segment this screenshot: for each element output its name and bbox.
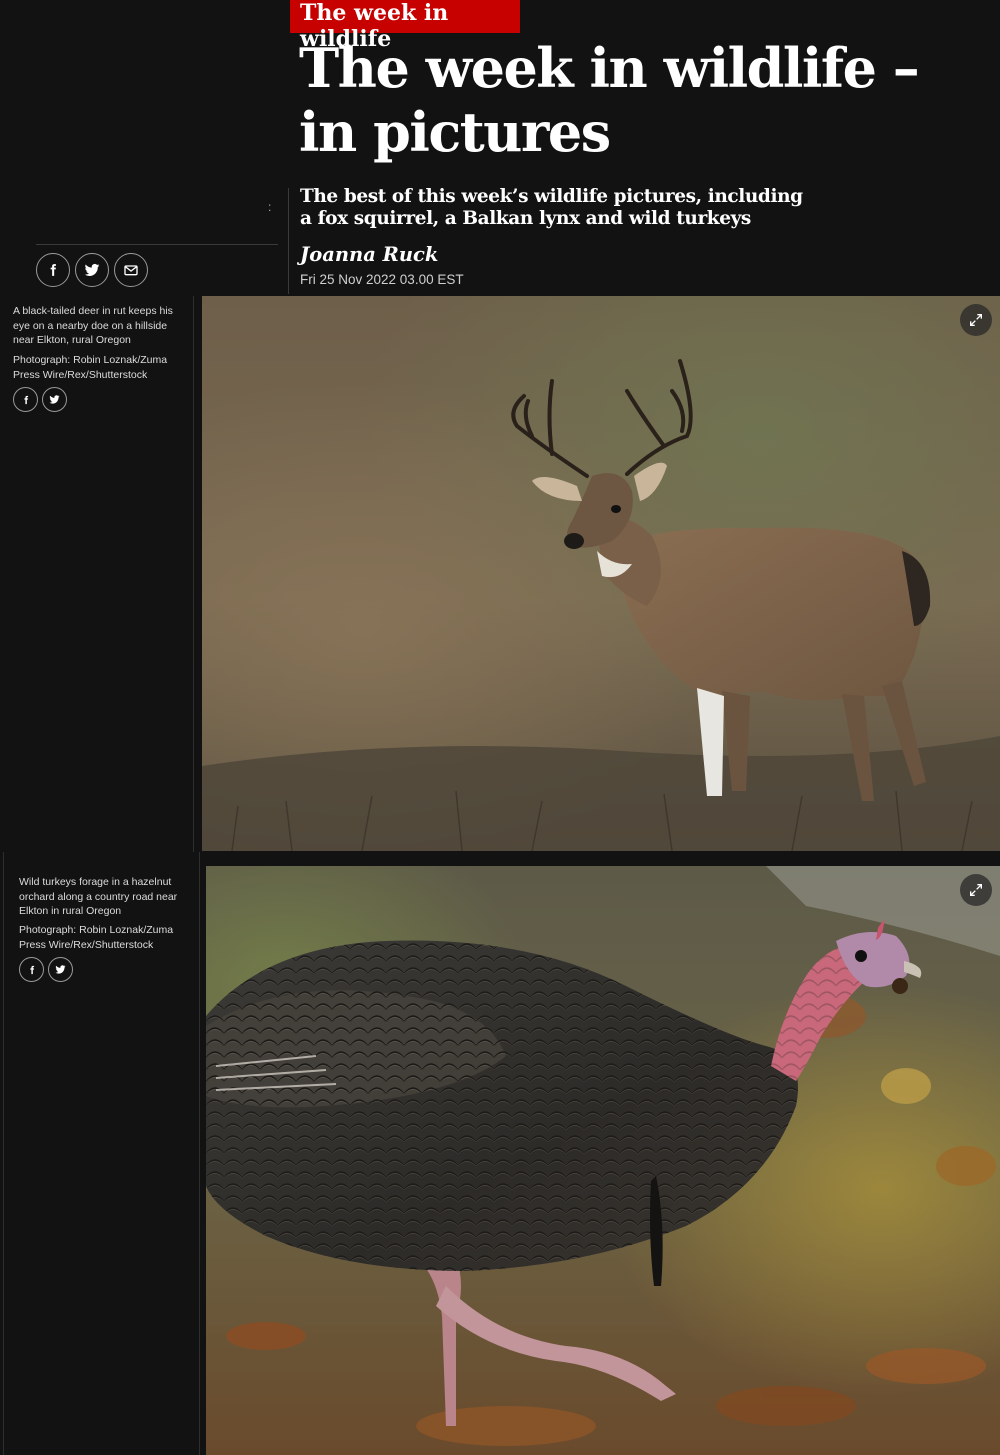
page-title: The week in wildlife – in pictures <box>299 36 920 164</box>
publish-date: Fri 25 Nov 2022 03.00 EST <box>300 272 464 287</box>
deer-photo[interactable] <box>202 296 1000 851</box>
section-kicker[interactable]: The week in wildlife <box>290 0 520 52</box>
turkey-photo[interactable] <box>206 866 1000 1455</box>
photo-caption: Wild turkeys forage in a hazelnut orchar… <box>19 876 178 917</box>
standfirst: The best of this week’s wildlife picture… <box>300 186 803 229</box>
more-options-icon[interactable]: : <box>268 200 271 214</box>
photo-share-twitter-button[interactable] <box>42 387 67 412</box>
photo-credit: Photograph: Robin Loznak/Zuma Press Wire… <box>13 354 168 381</box>
photo-caption: A black-tailed deer in rut keeps his eye… <box>13 305 173 346</box>
deer-image <box>202 296 1000 851</box>
turkey-image <box>206 866 1000 1455</box>
facebook-icon <box>50 264 56 276</box>
caption-divider <box>3 852 4 1455</box>
facebook-icon <box>29 965 34 974</box>
share-twitter-button[interactable] <box>75 253 109 287</box>
email-icon <box>124 265 138 276</box>
photo-share-facebook-button[interactable] <box>19 957 44 982</box>
meta-divider <box>36 244 278 245</box>
twitter-icon <box>55 965 66 974</box>
caption-divider <box>199 852 200 1455</box>
column-divider <box>288 188 289 294</box>
byline-link[interactable]: Joanna Ruck <box>300 243 438 266</box>
expand-photo-button[interactable] <box>960 304 992 336</box>
twitter-icon <box>84 263 100 276</box>
expand-icon <box>970 884 982 896</box>
photo-credit: Photograph: Robin Loznak/Zuma Press Wire… <box>19 924 174 951</box>
twitter-icon <box>49 395 60 404</box>
expand-icon <box>970 314 982 326</box>
share-facebook-button[interactable] <box>36 253 70 287</box>
photo-share-facebook-button[interactable] <box>13 387 38 412</box>
facebook-icon <box>23 395 28 404</box>
caption-divider <box>193 296 194 852</box>
expand-photo-button[interactable] <box>960 874 992 906</box>
share-email-button[interactable] <box>114 253 148 287</box>
photo-share-twitter-button[interactable] <box>48 957 73 982</box>
